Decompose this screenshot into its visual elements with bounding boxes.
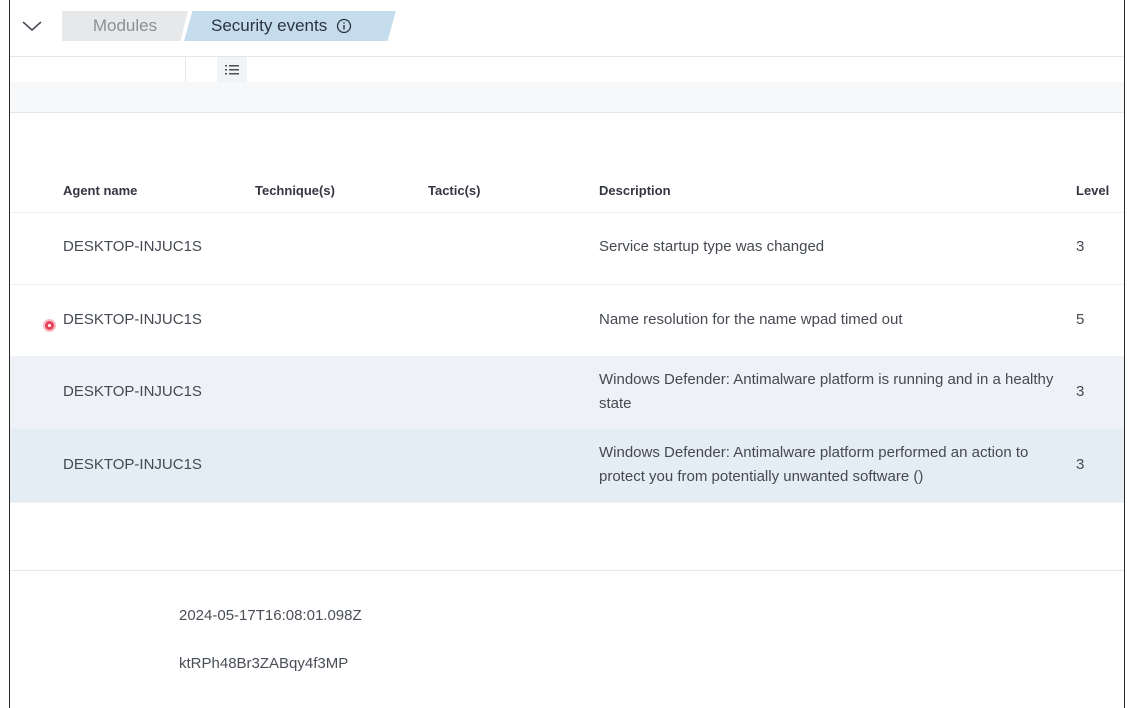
toolbar-tab-area [10,57,186,82]
breadcrumb-modules[interactable]: Modules [62,11,188,41]
cursor-marker-icon [45,321,54,330]
level-cell: 3 [1076,383,1085,400]
breadcrumb-security-events[interactable]: Security events [184,11,396,41]
agent-name-cell: DESKTOP-INJUC1S [63,456,202,473]
column-header-technique[interactable]: Technique(s) [255,183,335,198]
level-cell: 5 [1076,311,1085,328]
level-cell: 3 [1076,238,1085,255]
chevron-down-icon [22,21,42,32]
description-cell: Windows Defender: Antimalware platform i… [599,371,1054,412]
view-toolbar [10,56,1124,83]
description-cell: Name resolution for the name wpad timed … [599,311,903,328]
breadcrumb-current-label: Security events [211,16,328,35]
collapse-toggle-button[interactable] [18,12,46,40]
breadcrumb-bar: Modules Security events [10,0,1124,56]
description-cell: Windows Defender: Antimalware platform p… [599,444,1029,485]
agent-name-cell: DESKTOP-INJUC1S [63,238,202,255]
list-icon [225,64,239,74]
table-row[interactable]: DESKTOP-INJUC1S Windows Defender: Antima… [10,357,1124,429]
column-header-tactic[interactable]: Tactic(s) [428,183,481,198]
panel-divider-band [10,82,1124,113]
event-id: ktRPh48Br3ZABqy4f3MP [179,655,349,672]
agent-name-cell: DESKTOP-INJUC1S [63,383,202,400]
column-header-agent[interactable]: Agent name [63,183,137,198]
security-events-page: Modules Security events Agent name Techn… [0,0,1137,708]
detail-divider [10,570,1124,571]
event-timestamp: 2024-05-17T16:08:01.098Z [179,607,362,624]
description-cell: Service startup type was changed [599,238,825,255]
agent-name-cell: DESKTOP-INJUC1S [63,311,202,328]
list-view-button[interactable] [217,57,247,82]
table-header: Agent name Technique(s) Tactic(s) Descri… [10,178,1124,213]
level-cell: 3 [1076,456,1085,473]
table-row[interactable]: DESKTOP-INJUC1S Windows Defender: Antima… [10,429,1124,503]
frame-border-right [1124,0,1125,708]
column-header-level[interactable]: Level [1076,183,1109,198]
table-row[interactable]: DESKTOP-INJUC1S Name resolution for the … [10,285,1124,357]
breadcrumb-modules-label: Modules [92,16,158,35]
info-icon[interactable] [336,18,352,34]
column-header-description[interactable]: Description [599,183,671,198]
table-row[interactable]: DESKTOP-INJUC1S Service startup type was… [10,212,1124,285]
